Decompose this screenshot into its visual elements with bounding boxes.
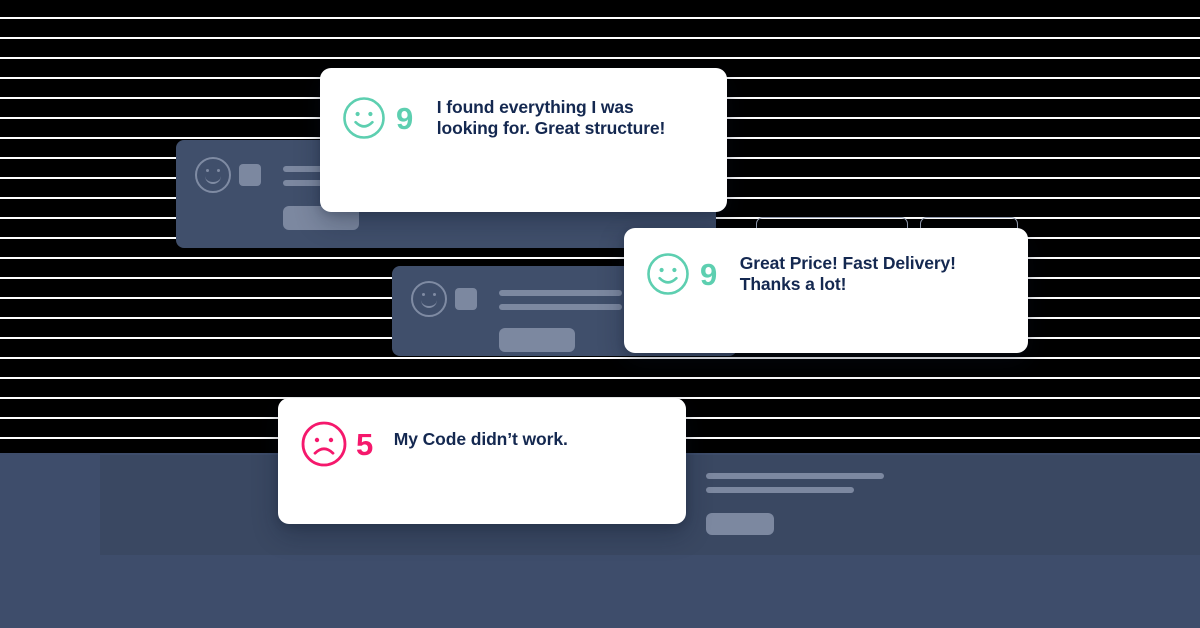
review-score: 9 (700, 256, 717, 292)
skeleton-square (239, 164, 261, 186)
review-text: My Code didn’t work. (393, 429, 568, 449)
review-score: 9 (396, 100, 413, 136)
review-card[interactable]: 5 My Code didn’t work. Voucher (278, 398, 686, 524)
review-score: 5 (356, 426, 373, 462)
skeleton-line (706, 473, 884, 479)
review-score-group: 5 (300, 418, 373, 468)
eye-left (421, 292, 425, 296)
review-text: I found everything I was looking for. Gr… (436, 97, 666, 139)
skeleton-line (499, 290, 622, 296)
review-card-body: 9 Great Price! Fast Delivery! Thanks a l… (624, 228, 1028, 296)
review-text: Great Price! Fast Delivery! Thanks a lot… (739, 253, 956, 295)
review-card[interactable]: 9 Great Price! Fast Delivery! Thanks a l… (624, 228, 1028, 353)
eye-right (217, 168, 221, 172)
skeleton-chip (499, 328, 575, 352)
skeleton-chip (706, 513, 774, 535)
eye-right (433, 292, 437, 296)
review-score-group: 9 (342, 94, 413, 140)
promo-illustration-canvas: 9 I found everything I was looking for. … (0, 0, 1200, 628)
review-card-body: 9 I found everything I was looking for. … (320, 68, 727, 140)
review-card-body: 5 My Code didn’t work. (278, 398, 686, 468)
skeleton-line (706, 487, 854, 493)
sad-face-icon (301, 421, 347, 467)
review-score-group: 9 (646, 250, 717, 296)
review-card[interactable]: 9 I found everything I was looking for. … (320, 68, 1019, 255)
skeleton-line (499, 304, 622, 310)
skeleton-square (455, 288, 477, 310)
smiley-face-icon (343, 97, 385, 139)
smiley-face-icon (411, 281, 447, 317)
eye-left (205, 168, 209, 172)
mouth-smile (204, 174, 222, 184)
mouth-smile (420, 298, 438, 308)
smiley-face-icon (195, 157, 231, 193)
smiley-face-icon (647, 253, 689, 295)
